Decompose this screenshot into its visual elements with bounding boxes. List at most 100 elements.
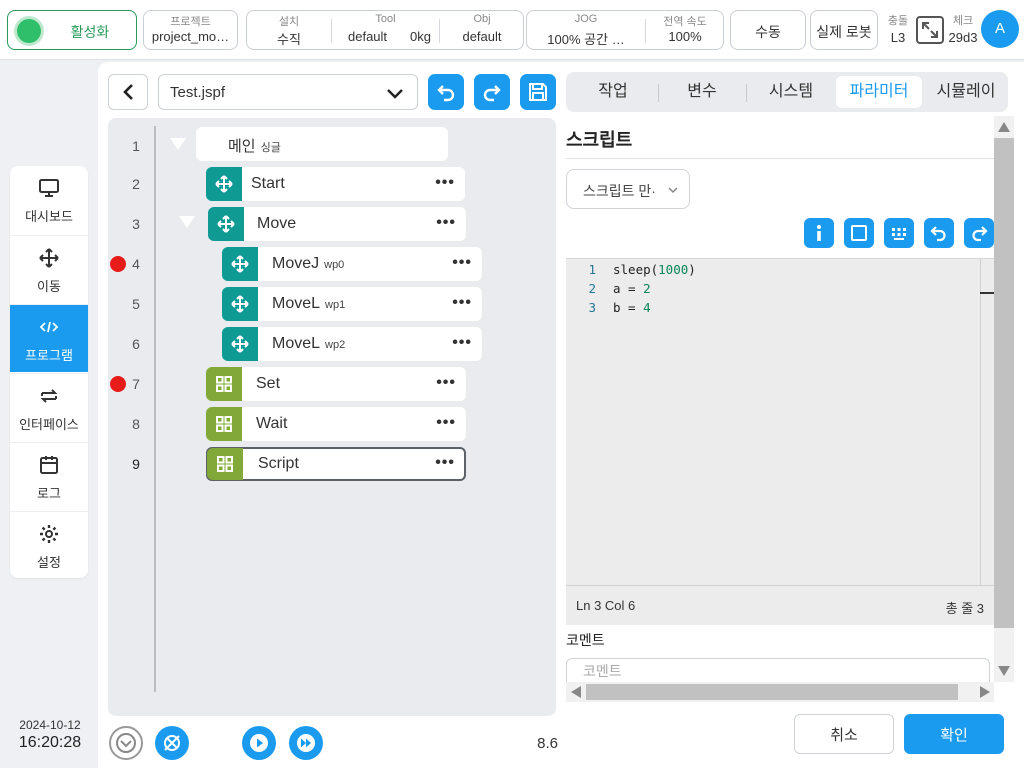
node-sub: wp1 xyxy=(325,299,346,311)
tree-node-movej[interactable]: MoveJ wp0 ••• xyxy=(222,247,482,281)
nav-label-move: 이동 xyxy=(37,279,61,294)
scrollbar-thumb[interactable] xyxy=(994,138,1014,628)
step-mode-button[interactable] xyxy=(155,726,189,760)
real-robot-button[interactable]: 실제 로봇 xyxy=(810,10,878,50)
horizontal-scrollbar[interactable] xyxy=(566,682,994,702)
script-mode-select[interactable]: 스크립트 만· xyxy=(566,169,690,209)
keyboard-button[interactable] xyxy=(884,218,914,248)
node-more-button[interactable]: ••• xyxy=(435,454,455,472)
fullscreen-icon[interactable] xyxy=(915,15,945,45)
collision-level[interactable]: 충돌 L3 xyxy=(882,12,914,45)
tab-parameters[interactable]: 파라미터 xyxy=(836,76,922,108)
redo-button[interactable] xyxy=(474,74,510,110)
calendar-icon xyxy=(40,456,58,474)
tab-system[interactable]: 시스템 xyxy=(746,76,836,108)
chevron-down-circle-icon xyxy=(116,733,136,753)
tree-node-move[interactable]: Move ••• xyxy=(208,207,466,241)
comment-label: 코멘트 xyxy=(566,632,605,648)
node-more-button[interactable]: ••• xyxy=(452,334,472,352)
back-button[interactable] xyxy=(108,74,148,110)
vertical-scrollbar[interactable] xyxy=(994,116,1014,682)
collapse-arrow-icon[interactable] xyxy=(179,216,195,228)
node-sub: 싱글 xyxy=(260,142,281,154)
scroll-right-arrow-icon[interactable] xyxy=(980,686,990,698)
line-number: 1 xyxy=(132,138,140,154)
collapse-arrow-icon[interactable] xyxy=(170,138,186,150)
scroll-down-button[interactable] xyxy=(109,726,143,760)
comment-input[interactable] xyxy=(566,658,990,684)
info-button[interactable] xyxy=(804,218,834,248)
editor-overview-ruler xyxy=(980,259,981,585)
move-node-icon xyxy=(222,287,258,321)
total-lines: 총 줄 3 xyxy=(945,601,984,616)
project-selector[interactable]: 프로젝트 project_mo… xyxy=(143,10,238,50)
manual-mode-button[interactable]: 수동 xyxy=(730,10,806,50)
node-more-button[interactable]: ••• xyxy=(435,174,455,192)
node-more-button[interactable]: ••• xyxy=(436,374,456,392)
tree-node-movel[interactable]: MoveL wp1 ••• xyxy=(222,287,482,321)
move-node-icon xyxy=(208,207,244,241)
fast-forward-button[interactable] xyxy=(289,726,323,760)
current-time: 16:20:28 xyxy=(18,734,82,751)
tree-node-movel[interactable]: MoveL wp2 ••• xyxy=(222,327,482,361)
node-more-button[interactable]: ••• xyxy=(452,254,472,272)
tab-task[interactable]: 작업 xyxy=(566,76,660,108)
nav-item-program[interactable]: 프로그램 xyxy=(10,304,88,372)
play-button[interactable] xyxy=(242,726,276,760)
scroll-down-arrow-icon[interactable] xyxy=(998,666,1010,676)
setup-value: 수직 xyxy=(277,32,301,47)
collision-label: 충돌 xyxy=(887,15,909,27)
tree-node-main[interactable]: 메인 싱글 xyxy=(196,127,448,161)
code-undo-button[interactable] xyxy=(924,218,954,248)
activate-button[interactable]: 활성화 xyxy=(7,10,137,50)
node-name: Move xyxy=(257,215,297,232)
jog-speed-panel[interactable]: JOG 100% 공간 … 전역 속도 100% xyxy=(526,10,724,50)
panel-tabs: 작업 변수 시스템 파라미터 시뮬레이 xyxy=(566,72,1008,112)
nav-item-interface[interactable]: 인터페이스 xyxy=(10,373,88,441)
nav-label-dashboard: 대시보드 xyxy=(25,209,73,224)
global-speed-label: 전역 속도 xyxy=(663,16,707,28)
tree-node-wait[interactable]: Wait ••• xyxy=(206,407,466,441)
breakpoint-marker[interactable] xyxy=(110,376,126,392)
editor-status-bar: Ln 3 Col 6 총 줄 3 xyxy=(566,585,994,625)
confirm-button[interactable]: 확인 xyxy=(904,714,1004,754)
node-more-button[interactable]: ••• xyxy=(436,214,456,232)
global-speed-value: 100% xyxy=(668,29,702,44)
tree-node-start[interactable]: Start ••• xyxy=(206,167,465,201)
activate-label: 활성화 xyxy=(70,24,110,40)
tree-node-set[interactable]: Set ••• xyxy=(206,367,466,401)
real-robot-label: 실제 로봇 xyxy=(816,24,872,40)
nav-item-log[interactable]: 로그 xyxy=(10,442,88,510)
nav-item-settings[interactable]: 설정 xyxy=(10,511,88,578)
power-status-indicator xyxy=(17,19,41,43)
redo-icon xyxy=(972,226,988,242)
tab-variables[interactable]: 변수 xyxy=(658,76,746,108)
nav-item-move[interactable]: 이동 xyxy=(10,235,88,303)
scroll-up-arrow-icon[interactable] xyxy=(998,122,1010,132)
installation-panel[interactable]: 설치 수직 Tool default 0kg Obj default xyxy=(246,10,524,50)
expand-editor-button[interactable] xyxy=(844,218,874,248)
program-file-name: Test.jspf xyxy=(170,84,226,101)
cancel-button[interactable]: 취소 xyxy=(794,714,894,754)
tree-node-script[interactable]: Script ••• xyxy=(206,447,466,481)
tab-simulation[interactable]: 시뮬레이 xyxy=(924,76,1008,108)
manual-mode-label: 수동 xyxy=(755,24,781,40)
scroll-left-arrow-icon[interactable] xyxy=(571,686,581,698)
code-icon xyxy=(39,321,59,333)
script-code-editor[interactable]: 1 sleep(1000) 2 a = 2 3 b = 4 Ln 3 Col 6… xyxy=(566,258,994,625)
breakpoint-marker[interactable] xyxy=(110,256,126,272)
nav-item-dashboard[interactable]: 대시보드 xyxy=(10,166,88,234)
step-toggle-icon xyxy=(164,735,180,751)
clock: 2024-10-12 16:20:28 xyxy=(8,718,92,752)
code-redo-button[interactable] xyxy=(964,218,994,248)
scrollbar-thumb[interactable] xyxy=(586,684,958,700)
save-button[interactable] xyxy=(520,74,556,110)
program-file-select[interactable]: Test.jspf xyxy=(158,74,418,110)
node-more-button[interactable]: ••• xyxy=(436,414,456,432)
undo-button[interactable] xyxy=(428,74,464,110)
node-name: 메인 xyxy=(228,138,256,155)
line-number: 6 xyxy=(132,336,140,352)
user-avatar[interactable]: A xyxy=(981,10,1019,48)
node-more-button[interactable]: ••• xyxy=(452,294,472,312)
setup-label: 설치 xyxy=(278,16,300,28)
